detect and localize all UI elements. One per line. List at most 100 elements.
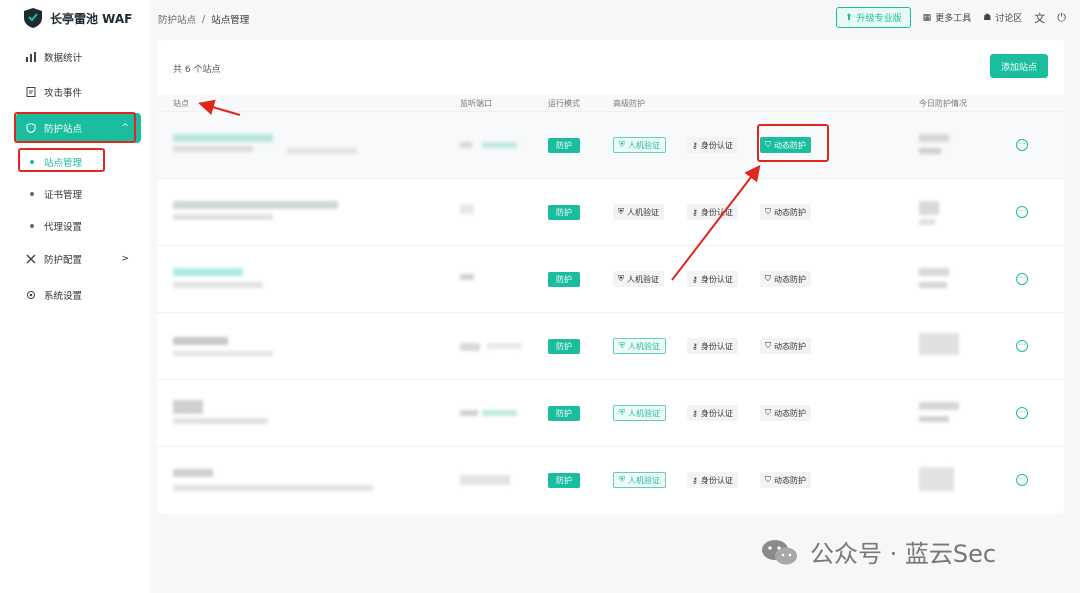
protection-tag[interactable]: ⛨ 人机验证 [613, 472, 666, 488]
protection-tag-label: 身份认证 [700, 140, 733, 150]
forum-link[interactable]: ☗ 讨论区 [983, 11, 1023, 25]
redacted-content [287, 148, 357, 154]
mode-badge: 防护 [548, 339, 580, 354]
sidebar-item-protected-sites[interactable]: 防护站点 ^ [16, 113, 141, 143]
table-header: 站点 监听端口 运行模式 高级防护 今日防护情况 [157, 95, 1064, 111]
upgrade-label: 升级专业版 [856, 14, 902, 24]
mode-badge: 防护 [548, 473, 580, 488]
protection-tag[interactable]: ⚷ 身份认证 [687, 271, 738, 287]
shield-icon: ⛉ [765, 408, 771, 417]
protection-tag-label: 动态防护 [774, 274, 806, 284]
captcha-icon: ⛨ [619, 140, 625, 149]
sidebar-subitem-site-management[interactable]: 站点管理 [16, 150, 141, 174]
column-header-port: 监听端口 [460, 99, 492, 108]
more-actions-icon[interactable]: ··· [1016, 139, 1028, 151]
forum-icon: ☗ [983, 12, 992, 23]
protection-tag[interactable]: ⚷ 身份认证 [687, 137, 738, 153]
sidebar-subitem-label: 证书管理 [44, 190, 83, 201]
captcha-icon: ⛨ [618, 207, 624, 216]
more-tools-label: 更多工具 [935, 14, 972, 24]
protection-tag-label: 身份认证 [700, 274, 733, 284]
sidebar: 长亭雷池 WAF 数据统计 攻击事件 防护站点 ^ 站点管理 证书管理 代理设置 [0, 0, 150, 593]
redacted-content [919, 402, 959, 410]
more-actions-icon[interactable]: ··· [1016, 407, 1028, 419]
protection-tag[interactable]: ⛉ 动态防护 [760, 204, 811, 220]
bullet-icon [30, 160, 34, 164]
add-site-button[interactable]: 添加站点 [990, 54, 1048, 78]
protection-tag[interactable]: ⛨ 人机验证 [613, 137, 666, 153]
shield-icon: ⛉ [765, 341, 771, 350]
more-tools-link[interactable]: ▦ 更多工具 [922, 11, 972, 25]
sites-card: 共 6 个站点 添加站点 站点 监听端口 运行模式 高级防护 今日防护情况 防护… [157, 40, 1064, 514]
protection-tag-label: 身份认证 [700, 341, 733, 351]
more-actions-icon[interactable]: ··· [1016, 273, 1028, 285]
protection-tag-label: 动态防护 [774, 207, 806, 217]
redacted-content [173, 400, 203, 414]
protection-tag[interactable]: ⛉ 动态防护 [760, 472, 811, 488]
bullet-icon [30, 224, 34, 228]
redacted-content [173, 485, 373, 491]
protection-tag[interactable]: ⛉ 动态防护 [760, 137, 811, 153]
captcha-icon: ⛨ [619, 408, 625, 417]
grid-icon: ▦ [922, 12, 932, 23]
redacted-content [460, 475, 510, 485]
more-actions-icon[interactable]: ··· [1016, 340, 1028, 352]
protection-tag-label: 人机验证 [627, 274, 659, 284]
protection-tag[interactable]: ⚷ 身份认证 [687, 405, 738, 421]
sidebar-item-attack-events[interactable]: 攻击事件 [16, 77, 141, 107]
captcha-icon: ⛨ [619, 341, 625, 350]
gear-icon [26, 290, 36, 300]
protection-tag[interactable]: ⛉ 动态防护 [760, 271, 811, 287]
protection-tag-label: 人机验证 [628, 475, 660, 485]
more-actions-icon[interactable]: ··· [1016, 206, 1028, 218]
protection-tag[interactable]: ⚷ 身份认证 [687, 204, 738, 220]
key-icon: ⚷ [692, 207, 698, 217]
table-row: 防护 ⛨ 人机验证 ⚷ 身份认证 ⛉ 动态防护 ··· [157, 446, 1064, 513]
sidebar-item-statistics[interactable]: 数据统计 [16, 42, 141, 72]
redacted-content [173, 282, 263, 288]
language-icon[interactable]: 文 [1034, 10, 1045, 26]
protection-tag[interactable]: ⛨ 人机验证 [613, 338, 666, 354]
redacted-content [919, 416, 949, 422]
watermark-text: 公众号 · 蓝云Sec [810, 540, 997, 568]
protection-tag[interactable]: ⛨ 人机验证 [613, 204, 664, 220]
protection-tag[interactable]: ⚷ 身份认证 [687, 338, 738, 354]
sidebar-item-protection-config[interactable]: 防护配置 > [16, 244, 141, 274]
sidebar-item-label: 数据统计 [44, 53, 83, 64]
site-count: 共 6 个站点 [173, 65, 221, 75]
protection-tag-label: 人机验证 [628, 341, 660, 351]
protection-tag-label: 身份认证 [700, 207, 733, 217]
redacted-content [919, 148, 941, 154]
wechat-icon [762, 539, 797, 564]
sidebar-item-system-settings[interactable]: 系统设置 [16, 280, 141, 310]
key-icon: ⚷ [692, 341, 698, 351]
redacted-content [173, 134, 273, 142]
redacted-content [919, 201, 939, 215]
protection-tag-label: 人机验证 [628, 408, 660, 418]
chevron-right-icon: > [121, 254, 129, 264]
topbar-actions: ⬆ 升级专业版 ▦ 更多工具 ☗ 讨论区 文 ⏻ [836, 7, 1066, 28]
more-actions-icon[interactable]: ··· [1016, 474, 1028, 486]
key-icon: ⚷ [692, 140, 698, 150]
redacted-content [460, 274, 474, 280]
column-header-mode: 运行模式 [548, 99, 580, 108]
redacted-content [919, 333, 959, 355]
upgrade-button[interactable]: ⬆ 升级专业版 [836, 7, 911, 28]
protection-tag[interactable]: ⛉ 动态防护 [760, 338, 811, 354]
mode-badge: 防护 [548, 272, 580, 287]
mode-badge: 防护 [548, 138, 580, 153]
protection-tag[interactable]: ⛨ 人机验证 [613, 405, 666, 421]
protection-tag-label: 动态防护 [774, 475, 806, 485]
sidebar-subitem-proxy[interactable]: 代理设置 [16, 214, 141, 238]
protection-tag[interactable]: ⛨ 人机验证 [613, 271, 664, 287]
protection-tag-label: 动态防护 [774, 408, 806, 418]
bullet-icon [30, 192, 34, 196]
forum-label: 讨论区 [995, 14, 1023, 24]
protection-tag[interactable]: ⛉ 动态防护 [760, 405, 811, 421]
redacted-content [460, 142, 472, 148]
redacted-content [173, 469, 213, 477]
logout-icon[interactable]: ⏻ [1057, 11, 1066, 25]
breadcrumb-parent[interactable]: 防护站点 [158, 12, 196, 26]
sidebar-subitem-certificates[interactable]: 证书管理 [16, 182, 141, 206]
protection-tag[interactable]: ⚷ 身份认证 [687, 472, 738, 488]
